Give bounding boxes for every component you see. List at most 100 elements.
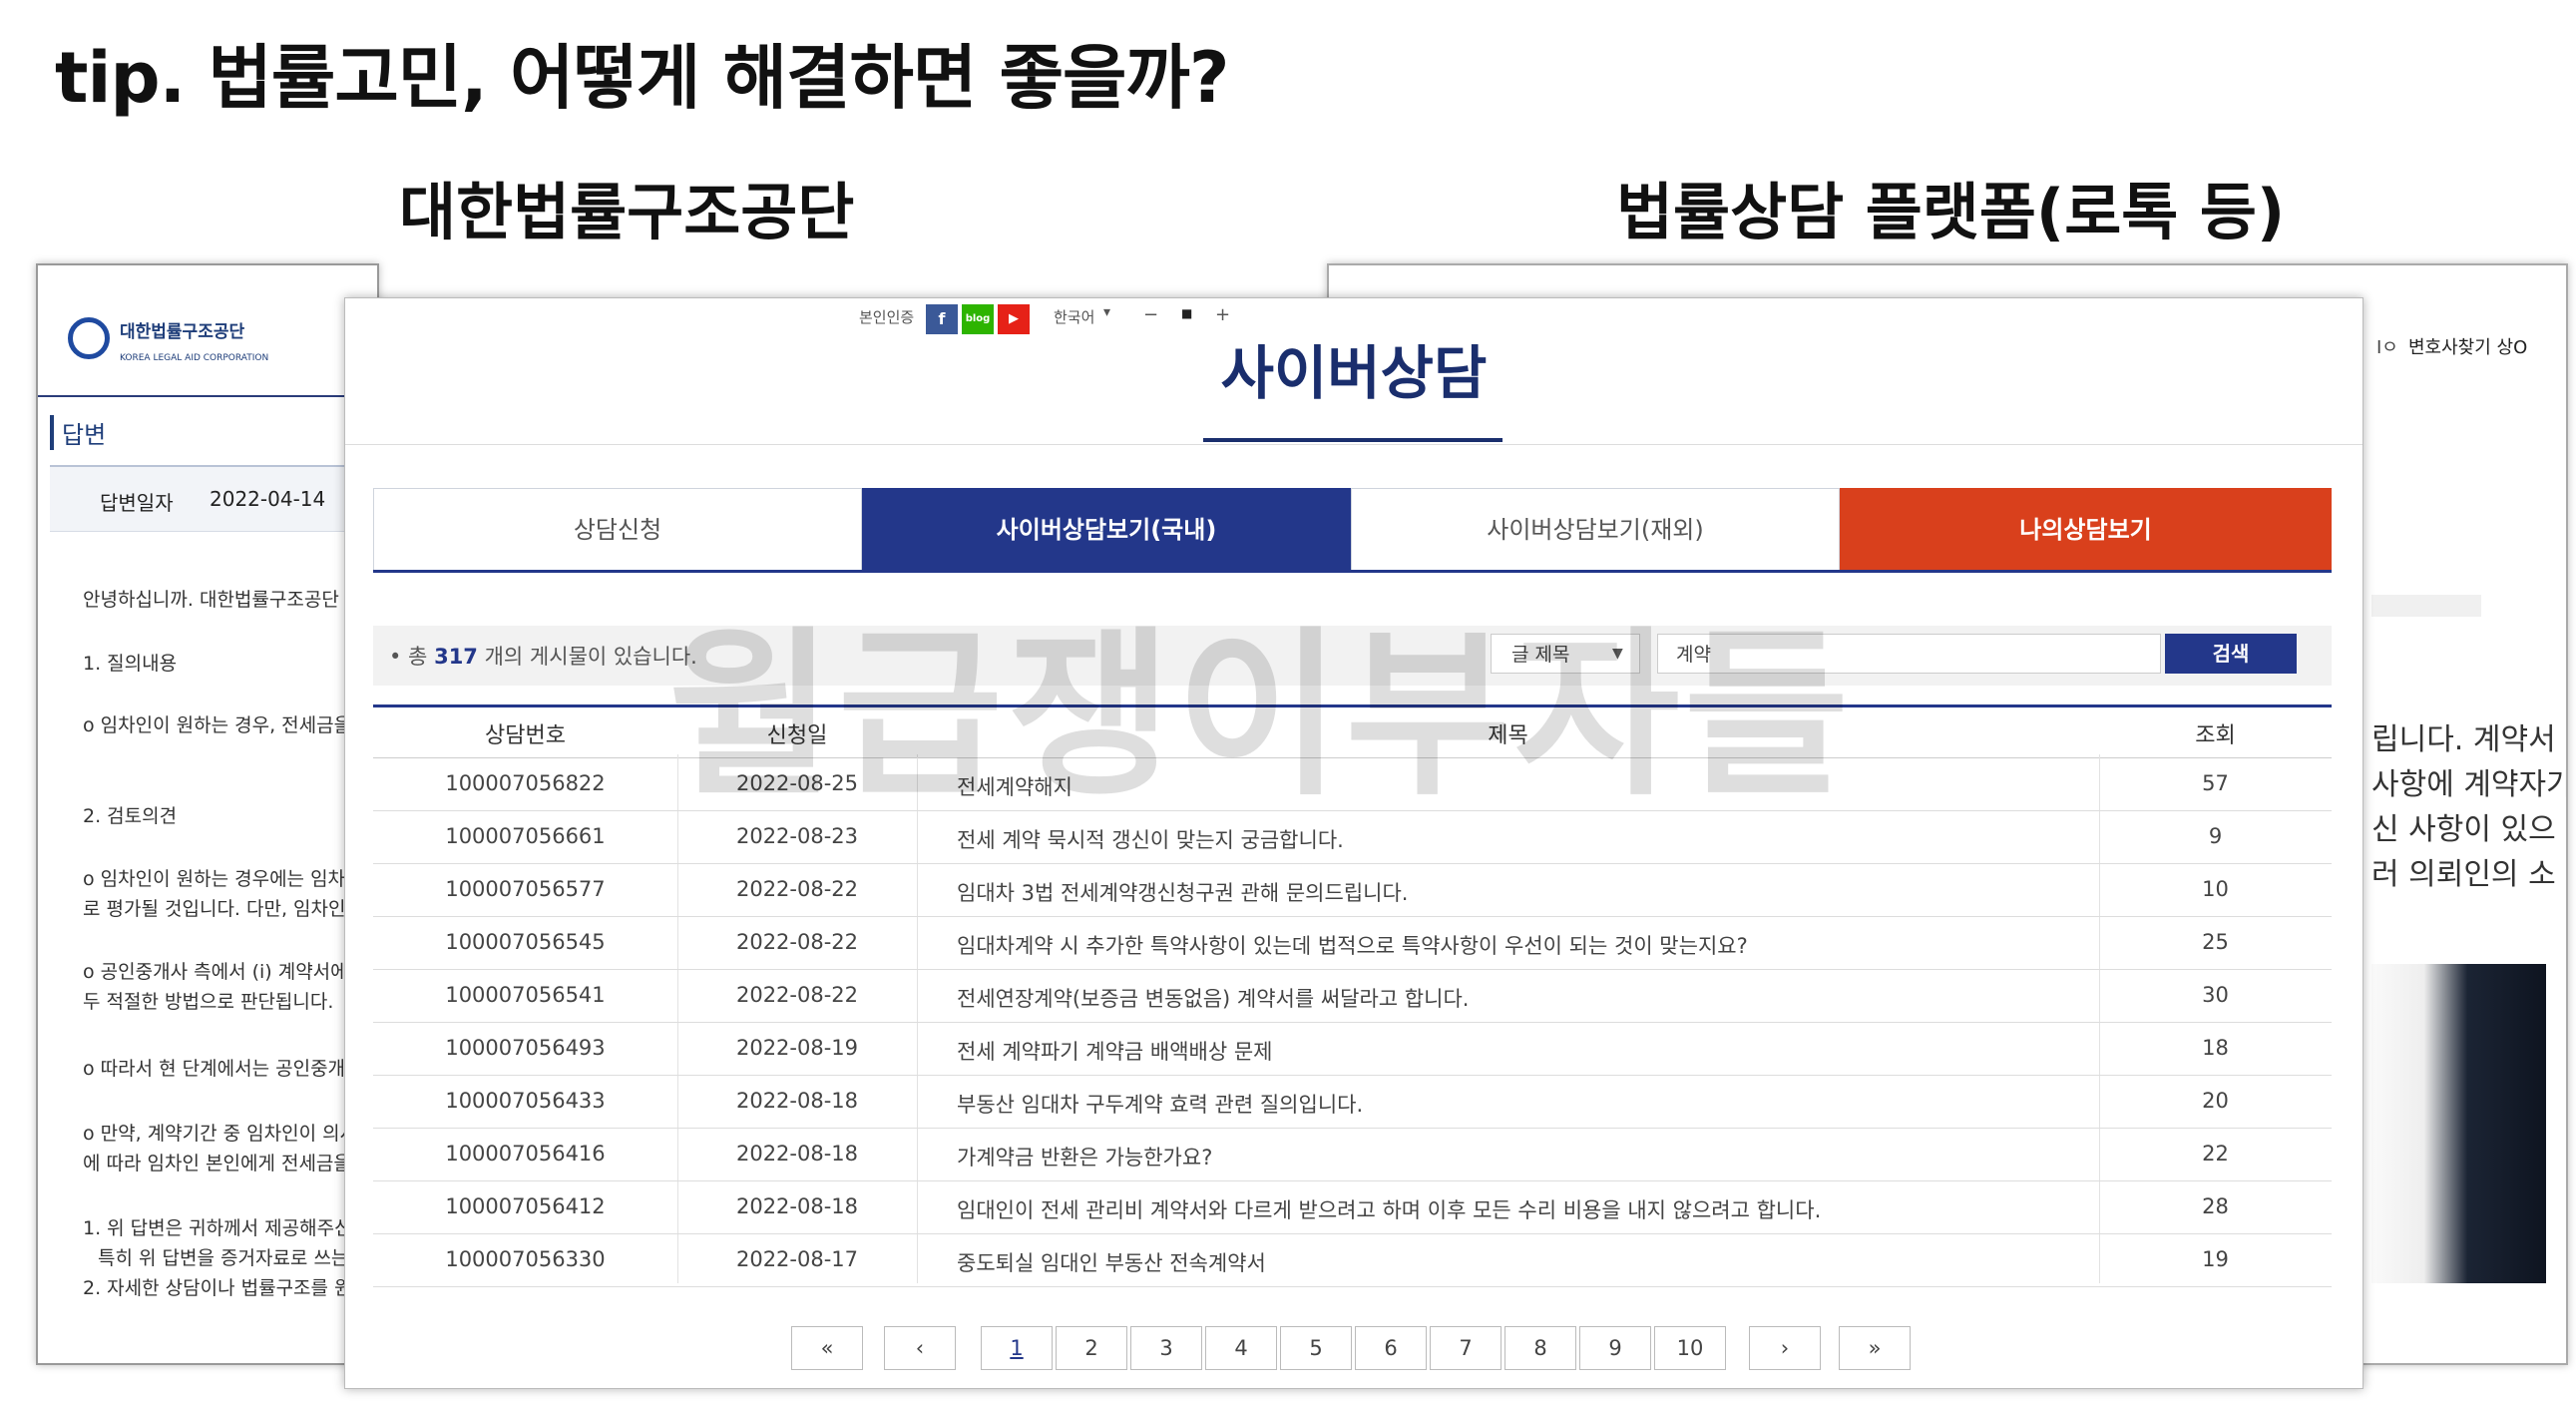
row-title-link[interactable]: 임대차 3법 전세계약갱신청구권 관해 문의드립니다. bbox=[957, 877, 1408, 907]
row-date: 2022-08-18 bbox=[735, 1089, 859, 1113]
answer-line: 2. 자세한 상담이나 법률구조를 원하시는 bbox=[83, 1277, 379, 1299]
page-title: 사이버상담 bbox=[1220, 339, 1488, 407]
right-section-label: 법률상담 플랫폼(로톡 등) bbox=[1616, 176, 2286, 248]
next-page-button[interactable]: › bbox=[1749, 1326, 1821, 1370]
table-row[interactable]: 100007056493 2022-08-19 전세 계약파기 계약금 배액배상 문… bbox=[373, 1022, 2332, 1076]
answer-heading: 답변 bbox=[50, 415, 106, 450]
row-views: 30 bbox=[2202, 983, 2229, 1007]
answer-date-value: 2022-04-14 bbox=[210, 487, 326, 511]
page-2[interactable]: 2 bbox=[1056, 1326, 1127, 1370]
page-9[interactable]: 9 bbox=[1579, 1326, 1651, 1370]
row-views: 28 bbox=[2202, 1194, 2229, 1218]
grey-bar bbox=[2371, 595, 2481, 617]
table-row[interactable]: 100007056416 2022-08-18 가계약금 반환은 가능한가요? 22 bbox=[373, 1128, 2332, 1181]
page-7[interactable]: 7 bbox=[1430, 1326, 1502, 1370]
row-title-link[interactable]: 전세연장계약(보증금 변동없음) 계약서를 써달라고 합니다. bbox=[957, 983, 1469, 1013]
answer-line: 1. 질의내용 bbox=[83, 653, 178, 675]
row-views: 20 bbox=[2202, 1089, 2229, 1113]
row-title-link[interactable]: 중도퇴실 임대인 부동산 전속계약서 bbox=[957, 1247, 1266, 1277]
table-row[interactable]: 100007056541 2022-08-22 전세연장계약(보증금 변동없음) 계… bbox=[373, 969, 2332, 1023]
divider bbox=[38, 395, 377, 397]
row-date: 2022-08-17 bbox=[735, 1247, 859, 1271]
page-5[interactable]: 5 bbox=[1280, 1326, 1352, 1370]
row-number: 100007056577 bbox=[445, 877, 606, 901]
row-date: 2022-08-22 bbox=[735, 930, 859, 954]
total-count: • 총 317 개의 게시물이 있습니다. bbox=[389, 641, 697, 671]
row-number: 100007056330 bbox=[445, 1247, 606, 1271]
answer-line: o 따라서 현 단계에서는 공인중개사의 조 bbox=[83, 1058, 379, 1080]
legal-aid-logo-icon bbox=[68, 317, 110, 359]
page-6[interactable]: 6 bbox=[1355, 1326, 1427, 1370]
row-date: 2022-08-22 bbox=[735, 877, 859, 901]
total-suffix: 개의 게시물이 있습니다. bbox=[484, 645, 697, 669]
row-number: 100007056433 bbox=[445, 1089, 606, 1113]
tab-domestic[interactable]: 사이버상담보기(국내) bbox=[862, 488, 1351, 572]
row-number: 100007056493 bbox=[445, 1036, 606, 1060]
answer-line: 안녕하십니까. 대한법률구조공단 사이버상 bbox=[83, 589, 377, 611]
row-views: 10 bbox=[2202, 877, 2229, 901]
answer-line: o 공인중개사 측에서 (i) 계약서에 전세금 bbox=[83, 961, 379, 983]
row-number: 100007056822 bbox=[445, 771, 606, 795]
tab-overseas[interactable]: 사이버상담보기(재외) bbox=[1351, 488, 1840, 572]
row-title-link[interactable]: 전세 계약파기 계약금 배액배상 문제 bbox=[957, 1036, 1273, 1066]
row-number: 100007056545 bbox=[445, 930, 606, 954]
row-title-link[interactable]: 임대차계약 시 추가한 특약사항이 있는데 법적으로 특약사항이 우선이 되는 … bbox=[957, 930, 1748, 960]
tab-my-consults[interactable]: 나의상담보기 bbox=[1840, 488, 2332, 572]
page-8[interactable]: 8 bbox=[1504, 1326, 1576, 1370]
row-number: 100007056416 bbox=[445, 1142, 606, 1166]
answer-line: 에 따라 임차인 본인에게 전세금을 반환한 bbox=[83, 1153, 379, 1174]
tab-apply[interactable]: 상담신청 bbox=[373, 488, 862, 572]
nav-partial: Iㅇ bbox=[2376, 337, 2398, 358]
row-date: 2022-08-18 bbox=[735, 1142, 859, 1166]
page-3[interactable]: 3 bbox=[1130, 1326, 1202, 1370]
zoom-in-button[interactable]: + bbox=[1215, 304, 1230, 325]
row-views: 19 bbox=[2202, 1247, 2229, 1271]
watermark: 월급쟁이부자들 bbox=[668, 612, 1854, 820]
first-page-button[interactable]: « bbox=[791, 1326, 863, 1370]
row-views: 57 bbox=[2202, 771, 2229, 795]
slide-title: tip. 법률고민, 어떻게 해결하면 좋을까? bbox=[55, 37, 1229, 119]
identity-verify-link[interactable]: 본인인증 bbox=[859, 306, 914, 327]
row-title-link[interactable]: 임대인이 전세 관리비 계약서와 다르게 받으려고 하며 이후 모든 수리 비용… bbox=[957, 1194, 1821, 1224]
answer-line: 사항에 계약자가 bbox=[2371, 767, 2568, 802]
search-button[interactable]: 검색 bbox=[2165, 634, 2297, 674]
row-views: 22 bbox=[2202, 1142, 2229, 1166]
answer-line: 로 평가될 것입니다. 다만, 임차인이 이를 bbox=[83, 898, 379, 920]
answer-line: o 만약, 계약기간 중 임차인이 의사를 변경 bbox=[83, 1123, 377, 1145]
find-lawyer-link[interactable]: 변호사찾기 상O bbox=[2408, 333, 2527, 359]
total-prefix: • 총 bbox=[389, 645, 428, 669]
row-views: 18 bbox=[2202, 1036, 2229, 1060]
page-10[interactable]: 10 bbox=[1654, 1326, 1726, 1370]
row-views: 9 bbox=[2208, 824, 2223, 848]
row-title-link[interactable]: 부동산 임대차 구두계약 효력 관련 질의입니다. bbox=[957, 1089, 1363, 1119]
row-date: 2022-08-19 bbox=[735, 1036, 859, 1060]
page-4[interactable]: 4 bbox=[1205, 1326, 1277, 1370]
legal-aid-logo-eng: KOREA LEGAL AID CORPORATION bbox=[120, 353, 269, 363]
prev-page-button[interactable]: ‹ bbox=[884, 1326, 956, 1370]
answer-line: 두 적절한 방법으로 판단됩니다. bbox=[83, 991, 334, 1013]
answer-line: 2. 검토의견 bbox=[83, 805, 178, 827]
table-row[interactable]: 100007056412 2022-08-18 임대인이 전세 관리비 계약서와 다… bbox=[373, 1180, 2332, 1234]
zoom-out-button[interactable]: − bbox=[1143, 304, 1158, 325]
table-row[interactable]: 100007056577 2022-08-22 임대차 3법 전세계약갱신청구권 관… bbox=[373, 863, 2332, 917]
title-underline bbox=[1203, 438, 1503, 442]
last-page-button[interactable]: » bbox=[1839, 1326, 1911, 1370]
row-date: 2022-08-18 bbox=[735, 1194, 859, 1218]
answer-line: o 임차인이 원하는 경우에는 임차인이 지 bbox=[83, 868, 379, 890]
language-select[interactable]: 한국어 bbox=[1054, 306, 1094, 327]
table-row[interactable]: 100007056433 2022-08-18 부동산 임대차 구두계약 효력 관련… bbox=[373, 1075, 2332, 1129]
col-views: 조회 bbox=[2195, 723, 2236, 748]
answer-line: 1. 위 답변은 귀하께서 제공해주신 사실관 bbox=[83, 1217, 379, 1239]
page-1[interactable]: 1 bbox=[981, 1326, 1053, 1370]
legal-aid-answer-screenshot: 대한법률구조공단 KOREA LEGAL AID CORPORATION 답변 … bbox=[36, 263, 379, 1365]
answer-date-row: 답변일자 2022-04-14 bbox=[50, 465, 377, 532]
table-row[interactable]: 100007056330 2022-08-17 중도퇴실 임대인 부동산 전속계약서… bbox=[373, 1233, 2332, 1287]
zoom-reset-button[interactable]: ■ bbox=[1181, 306, 1192, 320]
answer-line: o 임차인이 원하는 경우, 전세금을 임차인 bbox=[83, 714, 379, 736]
row-number: 100007056412 bbox=[445, 1194, 606, 1218]
table-row[interactable]: 100007056545 2022-08-22 임대차계약 시 추가한 특약사항이 … bbox=[373, 916, 2332, 970]
answer-date-label: 답변일자 bbox=[100, 491, 174, 515]
row-title-link[interactable]: 가계약금 반환은 가능한가요? bbox=[957, 1142, 1212, 1172]
legal-aid-logo-name: 대한법률구조공단 bbox=[120, 322, 245, 342]
lawyer-photo bbox=[2371, 964, 2546, 1283]
